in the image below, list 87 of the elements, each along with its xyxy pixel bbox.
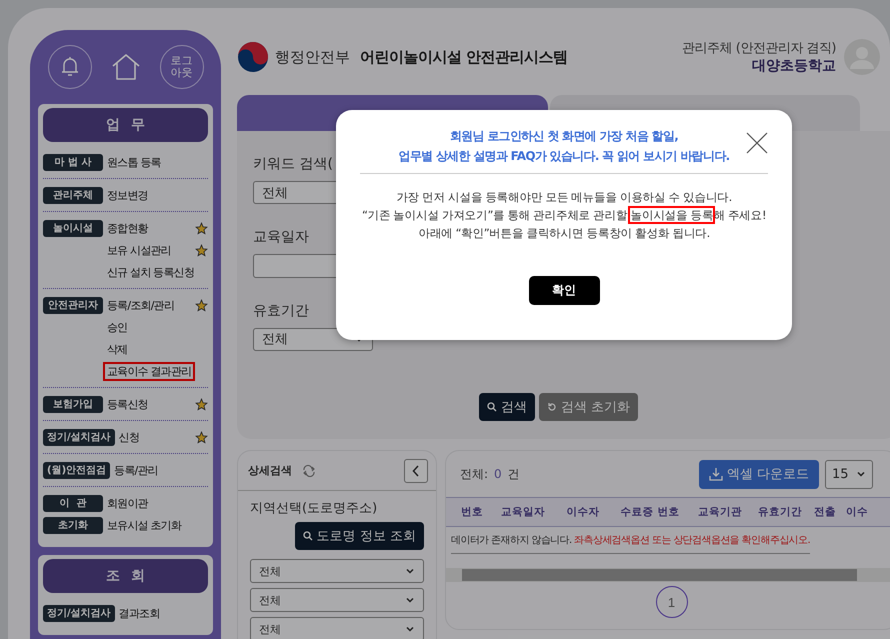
star-icon	[195, 222, 208, 234]
column-header: 수료증 번호	[620, 505, 680, 519]
chevron-down-icon	[405, 595, 415, 605]
category-badge: 이 관	[43, 494, 103, 512]
dialog-text: “기존 놀이시설 가져오기”를 통해 관리주체로 관리할 놀이시설을 등록해 주세요!	[362, 207, 766, 224]
category-badge: 정기/설치검사	[43, 428, 115, 446]
download-icon	[708, 467, 723, 481]
home-icon	[110, 53, 140, 81]
collapse-button[interactable]	[404, 458, 428, 482]
column-header: 유효기간	[757, 505, 803, 519]
ministry-name: 행정안전부	[275, 48, 350, 66]
notification-button[interactable]	[48, 45, 92, 89]
menu-link[interactable]: 회원이관	[103, 494, 152, 512]
page-button[interactable]: 1	[656, 586, 688, 618]
user-name: 대양초등학교	[752, 57, 836, 75]
confirm-button[interactable]: 확인	[528, 276, 600, 305]
menu-link[interactable]: 교육이수 결과관리	[103, 362, 196, 380]
menu-link[interactable]: 등록/조회/관리	[103, 296, 178, 314]
search-icon	[302, 531, 313, 541]
home-button[interactable]	[110, 53, 140, 81]
chevron-left-icon	[412, 464, 420, 476]
category-badge: 마 법 사	[43, 154, 103, 170]
category-badge: 보험가입	[43, 396, 103, 412]
menu-link[interactable]: 정보변경	[103, 186, 152, 204]
dialog-title: 회원님 로그인하신 첫 화면에 가장 처음 할일, 업무별 상세한 설명과 FAQ가 있습니다. 꼭 읽어 보시기 바랍니다.	[398, 128, 730, 165]
dialog-text: 아래에 “확인”버튼을 클릭하시면 등록창이 활성화 됩니다.	[418, 225, 710, 242]
menu-link[interactable]: 신규 설치 등록신청	[103, 262, 198, 282]
column-header: 교육기관	[697, 505, 743, 519]
category-badge: 초기화	[43, 516, 103, 534]
region-select[interactable]: 전체	[250, 559, 424, 583]
logout-button[interactable]: 로그 아웃	[160, 45, 204, 89]
column-header: 전출	[813, 505, 837, 519]
region-select[interactable]: 전체	[250, 588, 424, 612]
date-label: 교육일자	[253, 228, 309, 246]
column-header: 이수자	[566, 505, 600, 519]
menu-link[interactable]: 등록신청	[103, 394, 152, 414]
empty-message: 데이터가 존재하지 않습니다. 좌측상세검색옵션 또는 상단검색옵션을 확인해주십시오.	[451, 527, 810, 554]
total-unit: 건	[508, 466, 520, 482]
system-title: 어린이놀이시설 안전관리시스템	[360, 48, 568, 66]
close-icon	[746, 132, 768, 154]
detail-search-title: 상세검색	[248, 463, 292, 478]
total-count: 0	[494, 467, 502, 481]
taegeuk-logo-icon	[237, 41, 269, 73]
search-button[interactable]: 검색	[479, 393, 535, 421]
region-select[interactable]: 전체	[250, 617, 424, 639]
star-icon	[195, 298, 208, 312]
reset-button[interactable]: 검색 초기화	[539, 393, 638, 421]
category-badge: (월)안전점검	[43, 462, 110, 478]
menu-link[interactable]: 보유시설 초기화	[103, 516, 186, 534]
column-header: 교육일자	[500, 505, 546, 519]
category-badge: 안전관리자	[43, 296, 103, 314]
horizontal-scrollbar[interactable]	[446, 568, 890, 582]
star-icon	[195, 398, 208, 410]
chevron-down-icon	[856, 469, 866, 479]
validity-label: 유효기간	[253, 302, 309, 320]
menu-link[interactable]: 승인	[103, 318, 132, 336]
menu-link[interactable]: 결과조회	[114, 604, 164, 622]
star-icon	[195, 244, 208, 256]
dialog-text: 가장 먼저 시설을 등록해야만 모든 메뉴들을 이용하실 수 있습니다.	[396, 189, 732, 206]
menu-link[interactable]: 보유 시설관리	[103, 240, 175, 260]
category-badge: 놀이시설	[43, 220, 103, 236]
menu-link[interactable]: 원스톱 등록	[103, 152, 165, 172]
total-label: 전체:	[460, 466, 488, 482]
menu-section-title: 조 회	[43, 559, 208, 593]
star-icon	[195, 430, 208, 444]
user-role: 관리주체 (안전관리자 겸직)	[682, 40, 836, 57]
menu-link[interactable]: 종합현황	[103, 218, 152, 238]
excel-download-button[interactable]: 엑셀 다운로드	[698, 460, 819, 488]
chevron-down-icon	[405, 566, 415, 576]
category-badge: 관리주체	[43, 186, 103, 204]
search-icon	[487, 402, 497, 412]
region-label: 지역선택(도로명주소)	[250, 500, 378, 517]
category-badge: 정기/설치검사	[43, 604, 115, 622]
column-header: 번호	[460, 505, 484, 519]
menu-section-title: 업 무	[43, 108, 208, 142]
road-lookup-button[interactable]: 도로명 정보 조회	[294, 522, 424, 550]
page-size-select[interactable]: 15	[825, 460, 873, 488]
menu-link[interactable]: 등록/관리	[110, 460, 162, 480]
reset-icon	[547, 402, 557, 412]
keyword-label: 키워드 검색(	[253, 155, 333, 173]
menu-link[interactable]: 신청	[114, 428, 144, 446]
column-header: 이수	[845, 505, 869, 519]
refresh-icon[interactable]	[302, 464, 316, 476]
close-button[interactable]	[746, 132, 768, 154]
chevron-down-icon	[405, 624, 415, 634]
bell-icon	[60, 56, 80, 78]
menu-link[interactable]: 삭제	[103, 340, 132, 358]
